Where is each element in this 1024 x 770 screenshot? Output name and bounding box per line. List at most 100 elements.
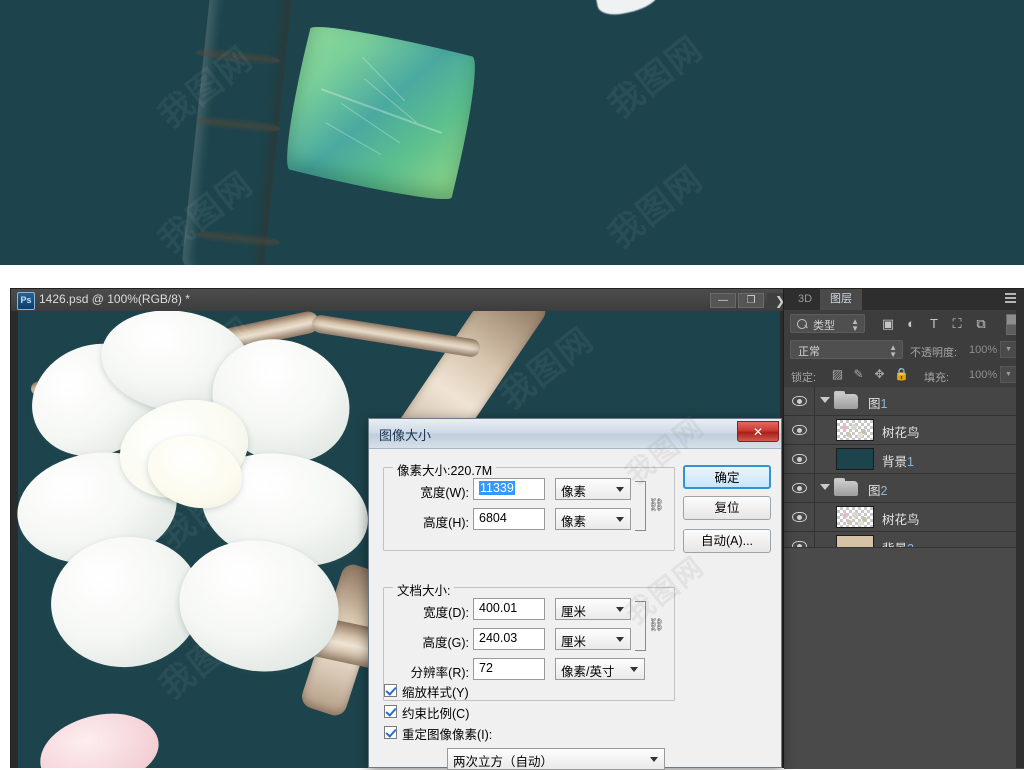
layers-panel: 3D 图层 类型 ▲ ▼ ▣ ◐ T ⛶ ⧉ 正常 ▲ ▼ 不透明度: 100% ▼ [783, 289, 1024, 769]
doc-width-input[interactable]: 400.01 [473, 598, 545, 620]
auto-button[interactable]: 自动(A)... [683, 529, 771, 553]
eye-icon[interactable] [792, 453, 807, 465]
layer-list-empty-area[interactable] [784, 547, 1024, 769]
pixel-filter-icon[interactable]: ▣ [880, 316, 896, 331]
document-title: 1426.psd @ 100%(RGB/8) * [39, 292, 190, 306]
lock-image-icon[interactable]: ✎ [851, 367, 866, 382]
lock-row: 锁定: ▨ ✎ ✥ 🔒 填充: 100% ▼ [784, 362, 1024, 388]
pixel-height-label: 高度(H): [423, 516, 469, 530]
minimize-button[interactable]: — [710, 293, 736, 308]
layer-row[interactable]: 树花鸟 [784, 503, 1024, 532]
chevron-updown-icon: ▲ ▼ [851, 317, 859, 333]
layer-list[interactable]: 图1 树花鸟 背景1 图2 树花鸟 [784, 387, 1024, 561]
maximize-button[interactable]: ❐ [738, 293, 764, 308]
white-petal-edge [593, 0, 665, 19]
layer-thumbnail[interactable] [836, 506, 874, 528]
opacity-dropdown-arrow[interactable]: ▼ [1000, 341, 1017, 358]
search-icon [797, 319, 807, 329]
blend-mode-row: 正常 ▲ ▼ 不透明度: 100% ▼ [784, 337, 1024, 362]
layer-thumbnail[interactable] [836, 448, 874, 470]
doc-height-label: 高度(G): [422, 636, 469, 650]
layer-name[interactable]: 图2 [868, 480, 887, 499]
chevron-down-icon [616, 637, 624, 642]
window-titlebar[interactable]: Ps 1426.psd @ 100%(RGB/8) * — ❐ ❯ [11, 289, 793, 312]
scale-styles-label: 缩放样式(Y) [402, 686, 469, 700]
doc-width-label: 宽度(D): [423, 606, 469, 620]
fill-label: 填充: [924, 372, 950, 384]
pixel-size-legend: 像素大小:220.7M [393, 460, 497, 479]
ok-button[interactable]: 确定 [683, 465, 771, 489]
chevron-down-icon [616, 517, 624, 522]
doc-width-unit-select[interactable]: 厘米 [555, 598, 631, 620]
blend-mode-value: 正常 [798, 346, 820, 358]
folder-icon [834, 478, 858, 496]
layer-row[interactable]: 树花鸟 [784, 416, 1024, 445]
pixel-width-input[interactable]: 11339 [473, 478, 545, 500]
fill-value[interactable]: 100% [969, 369, 997, 381]
constrain-proportions-label: 约束比例(C) [402, 707, 470, 721]
watermark: 我图网 [601, 158, 712, 257]
resolution-input[interactable]: 72 [473, 658, 545, 680]
constrain-proportions-checkbox[interactable] [384, 705, 397, 718]
shape-filter-icon[interactable]: ⛶ [949, 316, 965, 331]
eye-icon[interactable] [792, 395, 807, 407]
dialog-titlebar[interactable]: 图像大小 ✕ [369, 419, 781, 449]
layer-filter-row: 类型 ▲ ▼ ▣ ◐ T ⛶ ⧉ [784, 310, 1024, 338]
reset-button[interactable]: 复位 [683, 496, 771, 520]
blend-mode-select[interactable]: 正常 ▲ ▼ [790, 340, 903, 359]
chevron-down-icon [630, 667, 638, 672]
eye-icon[interactable] [792, 482, 807, 494]
image-size-dialog: 图像大小 ✕ 像素大小:220.7M 宽度(W): 11339 像素 高度(H)… [368, 409, 782, 770]
smart-object-filter-icon[interactable]: ⧉ [973, 316, 989, 331]
eye-icon[interactable] [792, 424, 807, 436]
layer-thumbnail[interactable] [836, 419, 874, 441]
opacity-value[interactable]: 100% [969, 344, 997, 356]
photoshop-app-icon: Ps [17, 292, 35, 310]
top-artwork-image: 我图网 我图网 我图网 我图网 [0, 0, 1024, 265]
layer-name[interactable]: 树花鸟 [882, 422, 920, 441]
pixel-width-label: 宽度(W): [420, 486, 469, 500]
scale-styles-checkbox[interactable] [384, 684, 397, 697]
chain-link-icon: ⛓ [648, 497, 665, 512]
resolution-label: 分辨率(R): [410, 666, 469, 680]
lock-transparency-icon[interactable]: ▨ [830, 367, 845, 382]
layer-row-group[interactable]: 图2 [784, 474, 1024, 503]
chevron-down-icon[interactable] [820, 484, 830, 490]
lock-position-icon[interactable]: ✥ [872, 367, 887, 382]
adjustment-filter-icon[interactable]: ◐ [903, 316, 919, 331]
tree-branch [181, 0, 294, 265]
watermark: 我图网 [601, 28, 712, 127]
doc-height-unit-select[interactable]: 厘米 [555, 628, 631, 650]
filter-kind-select[interactable]: 类型 ▲ ▼ [790, 314, 865, 333]
chevron-down-icon[interactable] [820, 397, 830, 403]
dialog-title: 图像大小 [379, 428, 432, 443]
close-icon[interactable]: ✕ [737, 421, 779, 442]
panel-right-rail [1016, 289, 1024, 768]
document-size-legend: 文档大小: [393, 580, 455, 599]
pixel-height-input[interactable]: 6804 [473, 508, 545, 530]
fill-dropdown-arrow[interactable]: ▼ [1000, 366, 1017, 383]
green-leaf [276, 16, 486, 210]
pixel-width-unit-select[interactable]: 像素 [555, 478, 631, 500]
lock-label: 锁定: [791, 372, 817, 384]
resolution-unit-select[interactable]: 像素/英寸 [555, 658, 645, 680]
layer-row[interactable]: 背景1 [784, 445, 1024, 474]
layer-name[interactable]: 树花鸟 [882, 509, 920, 528]
resample-image-checkbox[interactable] [384, 726, 397, 739]
type-filter-icon[interactable]: T [926, 316, 942, 331]
layer-name[interactable]: 背景1 [882, 451, 914, 470]
pixel-height-unit-select[interactable]: 像素 [555, 508, 631, 530]
chain-link-icon: ⛓ [648, 617, 665, 632]
filter-kind-label: 类型 [813, 320, 835, 332]
tab-layers[interactable]: 图层 [820, 289, 862, 310]
tab-3d[interactable]: 3D [788, 289, 822, 310]
eye-icon[interactable] [792, 511, 807, 523]
layer-row-group[interactable]: 图1 [784, 387, 1024, 416]
chevron-down-icon [616, 487, 624, 492]
resample-method-select[interactable]: 两次立方（自动） [447, 748, 665, 770]
chevron-updown-icon: ▲ ▼ [889, 343, 897, 359]
lock-all-icon[interactable]: 🔒 [894, 367, 909, 382]
doc-height-input[interactable]: 240.03 [473, 628, 545, 650]
pixel-constrain-chain: ⛓ [635, 481, 665, 531]
layer-name[interactable]: 图1 [868, 393, 887, 412]
